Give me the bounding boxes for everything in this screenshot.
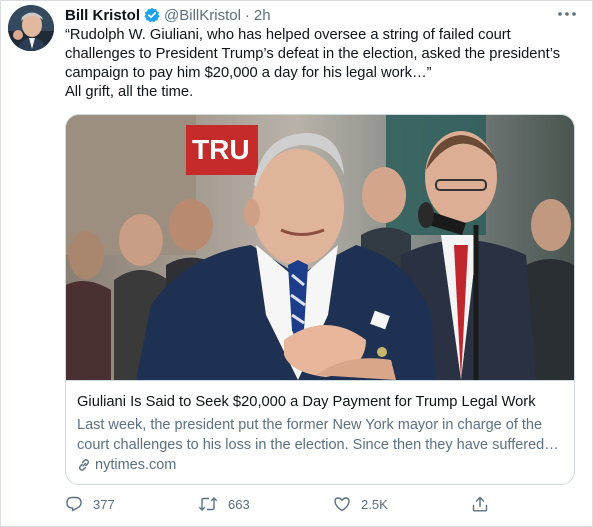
more-dots-icon[interactable] — [556, 7, 578, 19]
separator-dot: · — [244, 6, 250, 24]
author-name[interactable]: Bill Kristol — [65, 7, 140, 24]
share-icon — [472, 496, 488, 512]
avatar[interactable] — [8, 5, 54, 51]
retweet-button[interactable]: 663 — [198, 495, 250, 513]
like-count: 2.5K — [361, 496, 388, 512]
tweet[interactable]: Bill Kristol @BillKristol · 2h “Rudolph … — [0, 0, 593, 527]
tweet-text: “Rudolph W. Giuliani, who has helped ove… — [65, 26, 585, 102]
retweet-icon — [198, 497, 218, 511]
card-description-line: court challenges to his loss in the elec… — [77, 437, 559, 453]
author-handle[interactable]: @BillKristol — [164, 7, 241, 24]
timestamp[interactable]: 2h — [254, 7, 271, 24]
share-button[interactable] — [471, 495, 499, 513]
verified-badge-icon — [144, 7, 160, 23]
retweet-count: 663 — [228, 496, 250, 512]
heart-icon — [334, 497, 350, 512]
link-card[interactable]: TRU Giuliani Is Said to Seek $20,000 a D… — [65, 114, 575, 485]
link-icon — [78, 459, 90, 471]
tweet-header: Bill Kristol @BillKristol · 2h — [65, 6, 271, 24]
avatar-image — [8, 5, 54, 51]
card-domain[interactable]: nytimes.com — [77, 457, 176, 473]
tweet-text-line: challenges to President Trump’s defeat i… — [65, 46, 561, 62]
sign-text: TRU — [192, 134, 250, 165]
tweet-text-line: “Rudolph W. Giuliani, who has helped ove… — [65, 27, 511, 43]
reply-count: 377 — [93, 496, 115, 512]
card-image: TRU — [66, 115, 574, 380]
card-domain-text: nytimes.com — [95, 457, 177, 473]
tweet-text-line: All grift, all the time. — [65, 84, 194, 100]
reply-icon — [66, 496, 82, 512]
reply-button[interactable]: 377 — [65, 495, 115, 513]
card-description-line: Last week, the president put the former … — [77, 417, 543, 433]
tweet-text-line: campaign to pay him $20,000 a day for hi… — [65, 65, 432, 81]
card-title[interactable]: Giuliani Is Said to Seek $20,000 a Day P… — [77, 394, 536, 410]
like-button[interactable]: 2.5K — [333, 495, 388, 513]
card-description: Last week, the president put the former … — [77, 415, 567, 455]
tweet-actions: 377 663 2.5K — [65, 495, 505, 515]
card-divider — [66, 380, 574, 381]
